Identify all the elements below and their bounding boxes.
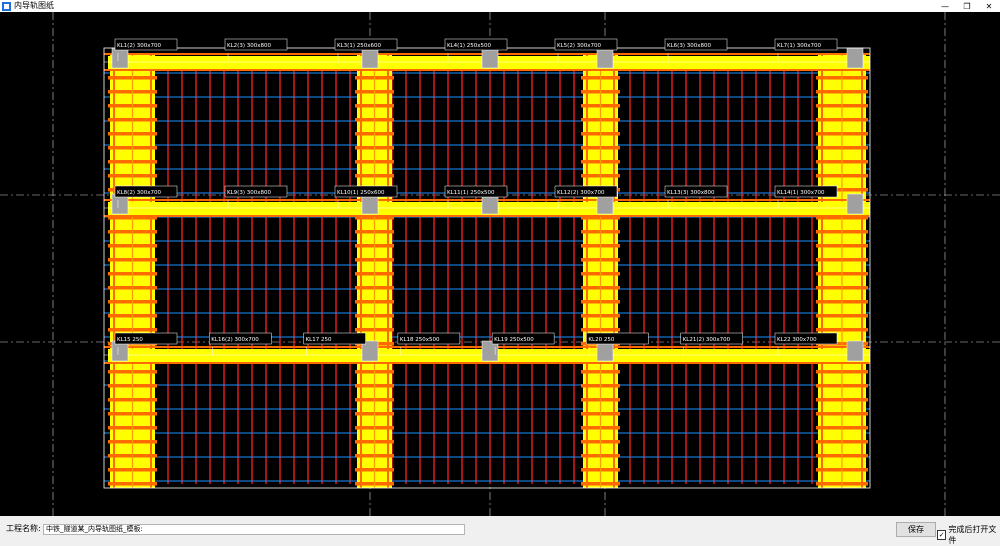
beam-tag-label: KL11(1) 250x500 bbox=[447, 190, 495, 196]
beam-tag-label: KL22 300x700 bbox=[777, 337, 817, 343]
beam-tag-label: KL7(1) 300x700 bbox=[777, 43, 821, 49]
app-icon bbox=[2, 1, 11, 11]
beam-tag-label: KL10(1) 250x600 bbox=[337, 190, 385, 196]
column-section bbox=[846, 193, 864, 215]
beam-tag-label: KL16(2) 300x700 bbox=[211, 337, 259, 343]
close-icon[interactable]: ✕ bbox=[978, 0, 1000, 12]
open-after-toggle[interactable]: ✓ 完成后打开文件 bbox=[937, 524, 1000, 546]
column-section bbox=[361, 47, 379, 69]
project-name-input[interactable]: 中铁_隧道某_内导轨图纸_模板: bbox=[43, 524, 465, 535]
open-after-checkbox[interactable]: ✓ bbox=[937, 530, 947, 540]
beam-tag-label: KL9(3) 300x800 bbox=[227, 190, 271, 196]
beam-tag-label: KL14(1) 300x700 bbox=[777, 190, 825, 196]
footer-bar: 工程名称: 中铁_隧道某_内导轨图纸_模板: 保存 ✓ 完成后打开文件 bbox=[0, 516, 1000, 545]
beam-tag-label: KL17 250 bbox=[306, 337, 332, 343]
open-after-label: 完成后打开文件 bbox=[948, 525, 997, 545]
beam-tag-label: KL8(2) 300x700 bbox=[117, 190, 161, 196]
column-section bbox=[846, 340, 864, 362]
minimize-icon[interactable]: — bbox=[934, 0, 956, 12]
beam-tag-label: KL19 250x500 bbox=[494, 337, 534, 343]
beam-tag-label: KL4(1) 250x500 bbox=[447, 43, 491, 49]
beam-tag-label: KL12(2) 300x700 bbox=[557, 190, 605, 196]
beam-tag-label: KL3(1) 250x600 bbox=[337, 43, 381, 49]
beam-tag-label: KL13(3) 300x800 bbox=[667, 190, 715, 196]
maximize-icon[interactable]: ❐ bbox=[956, 0, 978, 12]
column-section bbox=[596, 47, 614, 69]
beam-tag-label: KL15 250 bbox=[117, 337, 143, 343]
window-title: 内导轨图纸 bbox=[14, 1, 54, 10]
beam-tag-label: KL20 250 bbox=[588, 337, 614, 343]
drawing-border bbox=[103, 47, 871, 489]
beam-tag-label: KL5(2) 300x700 bbox=[557, 43, 601, 49]
column-section bbox=[846, 47, 864, 69]
project-name-label: 工程名称: bbox=[6, 524, 41, 533]
beam-tag-label: KL21(2) 300x700 bbox=[683, 337, 731, 343]
column-section bbox=[481, 47, 499, 69]
formwork-plan-drawing: KL1(2) 300x700 KL2(3) 300x800 KL3(1) 250x6… bbox=[0, 12, 1000, 516]
save-button[interactable]: 保存 bbox=[896, 522, 936, 537]
beam-tag-label: KL1(2) 300x700 bbox=[117, 43, 161, 49]
drawing-canvas[interactable]: KL1(2) 300x700 KL2(3) 300x800 KL3(1) 250x6… bbox=[0, 12, 1000, 516]
column-section bbox=[111, 47, 129, 69]
beam-tag-label: KL6(3) 300x800 bbox=[667, 43, 711, 49]
title-bar: 内导轨图纸 — ❐ ✕ bbox=[0, 0, 1000, 12]
beam-tag-label: KL2(3) 300x800 bbox=[227, 43, 271, 49]
beam-tag-label: KL18 250x500 bbox=[400, 337, 440, 343]
